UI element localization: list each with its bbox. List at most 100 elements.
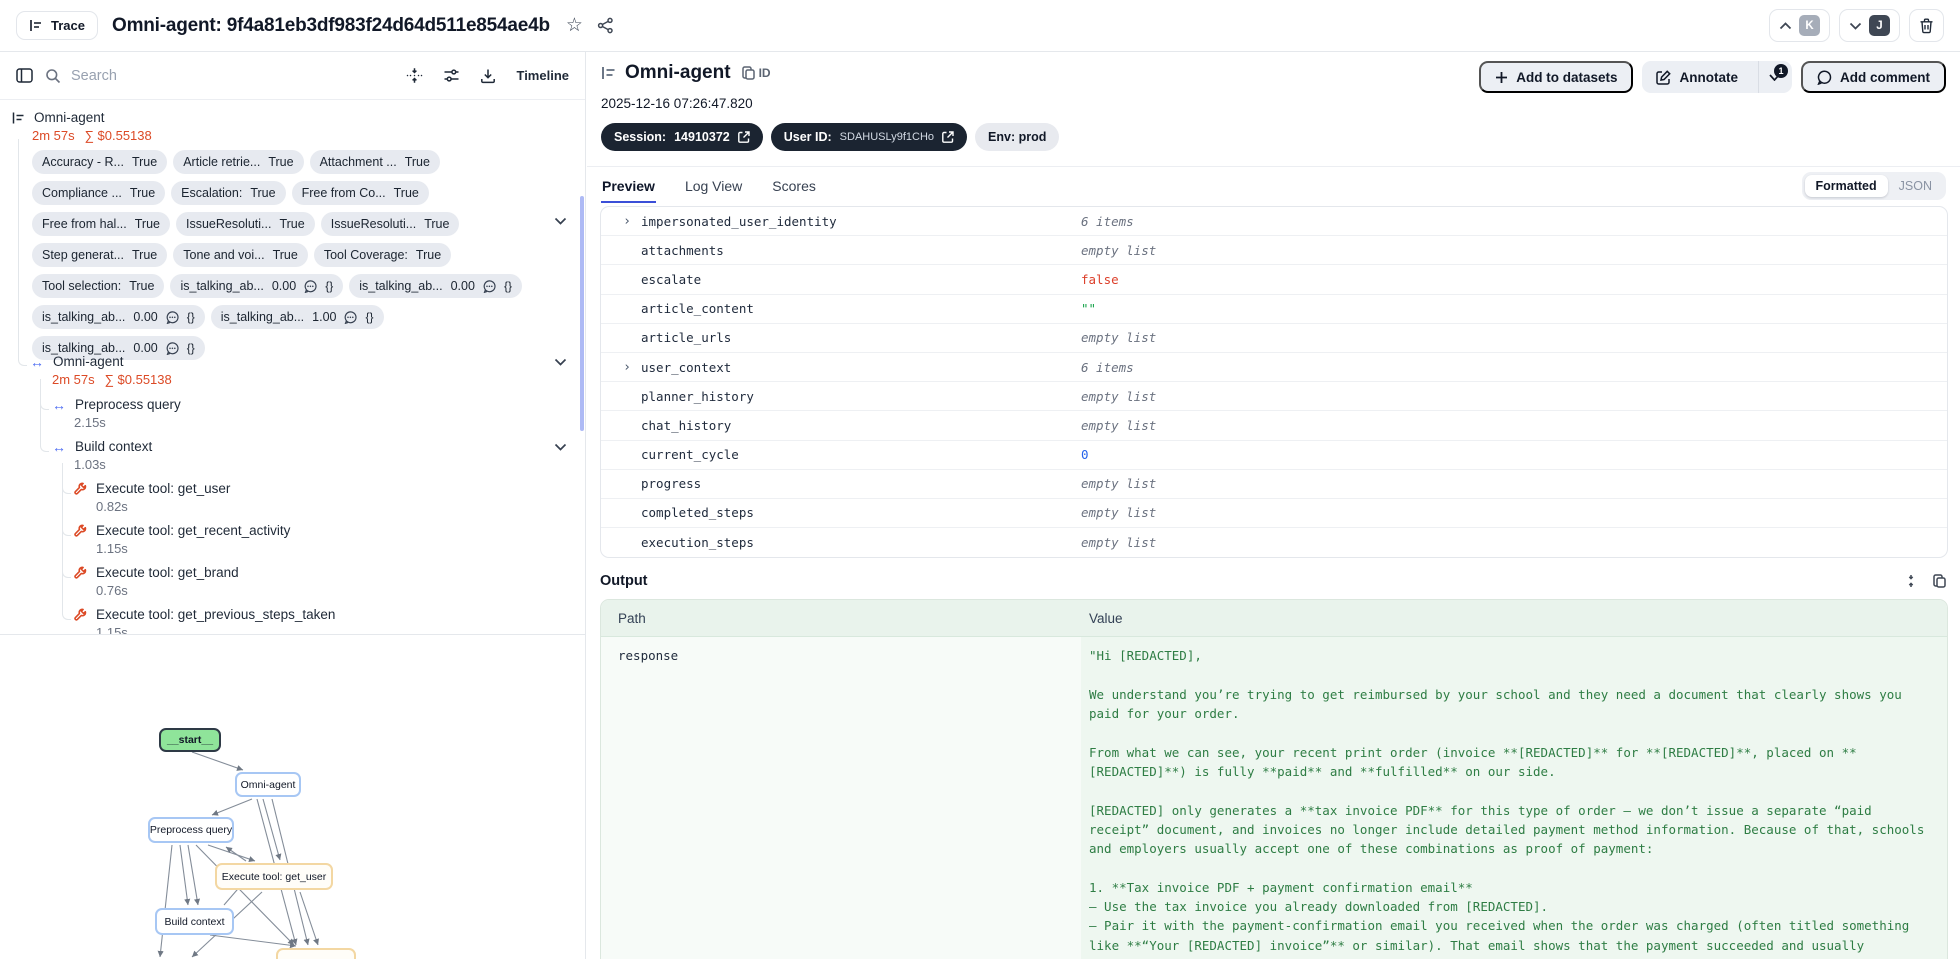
tab-scores[interactable]: Scores — [771, 170, 817, 203]
graph-node-next[interactable] — [276, 948, 356, 959]
user-id-badge[interactable]: User ID: SDAHUSLy9f1CHo — [770, 123, 968, 151]
graph-node-exec[interactable]: Execute tool: get_user — [215, 863, 333, 890]
trash-icon — [1919, 18, 1934, 34]
preview-row-planner_history[interactable]: planner_history empty list — [601, 382, 1947, 412]
tree-span-line: Execute tool: get_brand — [0, 565, 585, 580]
annotate-dropdown-button[interactable]: 1 — [1757, 61, 1792, 93]
score-badge[interactable]: Escalation: True — [171, 181, 286, 205]
tree-root-node[interactable]: Omni-agent 2m 57s ∑ $0.55138 Accuracy - … — [0, 101, 585, 360]
score-badge-label: Compliance ... — [42, 186, 122, 200]
preview-key-label: planner_history — [641, 388, 754, 404]
score-badge[interactable]: Step generat... True — [32, 243, 168, 267]
chevron-down-icon[interactable] — [554, 358, 567, 366]
view-mode-toggle: Formatted JSON — [1801, 172, 1946, 200]
tree-span-label: Omni-agent — [53, 354, 124, 369]
trace-actions: Add to datasets Annotate 1 Add comment — [1479, 61, 1946, 93]
share-icon[interactable] — [597, 17, 614, 34]
score-badge[interactable]: Tool Coverage: True — [313, 243, 452, 267]
tree-span-execute-tool-get-user[interactable]: Execute tool: get_user 0.82s — [0, 481, 585, 514]
copy-icon[interactable] — [1933, 574, 1946, 588]
sidebar-scrollbar[interactable] — [580, 196, 584, 431]
score-badge[interactable]: Article retrie... True — [173, 150, 304, 174]
collapse-all-icon[interactable] — [406, 67, 423, 84]
score-badge[interactable]: IssueResoluti... True — [176, 212, 315, 236]
preview-row-user_context[interactable]: › user_context 6 items — [601, 353, 1947, 383]
external-link-icon — [942, 131, 954, 143]
graph-node-pre[interactable]: Preprocess query — [148, 817, 234, 843]
comment-bubble-icon — [166, 310, 179, 324]
expand-icon[interactable] — [1904, 574, 1918, 588]
score-badge-label: Tool selection: — [42, 279, 122, 293]
preview-row-attachments[interactable]: attachments empty list — [601, 236, 1947, 266]
chevron-down-icon[interactable] — [554, 443, 567, 451]
tree-span-execute-tool-get-recent-activity[interactable]: Execute tool: get_recent_activity 1.15s — [0, 523, 585, 556]
graph-node-omni[interactable]: Omni-agent — [235, 772, 301, 797]
score-badge[interactable]: is_talking_ab... 1.00 {} — [210, 305, 384, 329]
root-duration: 2m 57s — [32, 128, 75, 143]
chevron-right-icon[interactable]: › — [621, 360, 633, 375]
chevron-down-icon[interactable] — [554, 217, 567, 225]
score-badge[interactable]: Tone and voi... True — [173, 243, 308, 267]
score-badge[interactable]: is_talking_ab... 0.00 {} — [170, 274, 344, 298]
session-badge[interactable]: Session: 14910372 — [601, 123, 763, 151]
score-badges: Accuracy - R... True Article retrie... True… — [12, 143, 585, 360]
output-table-header: Path Value — [601, 600, 1947, 638]
preview-row-escalate[interactable]: escalate false — [601, 265, 1947, 295]
graph-node-start[interactable]: __start__ — [159, 728, 221, 752]
tree-span-execute-tool-get-brand[interactable]: Execute tool: get_brand 0.76s — [0, 565, 585, 598]
prev-trace-button[interactable]: K — [1769, 9, 1830, 42]
download-icon[interactable] — [480, 68, 496, 84]
score-badge[interactable]: is_talking_ab... 0.00 {} — [349, 274, 522, 298]
tab-preview[interactable]: Preview — [601, 170, 656, 203]
tab-log-view[interactable]: Log View — [684, 170, 743, 203]
search-input[interactable]: Search — [45, 68, 117, 84]
chevron-right-icon[interactable]: › — [621, 214, 633, 229]
preview-row-completed_steps[interactable]: completed_steps empty list — [601, 499, 1947, 529]
preview-key-label: execution_steps — [641, 535, 754, 551]
tree-span-duration: 0.76s — [96, 583, 128, 598]
score-badge[interactable]: Compliance ... True — [32, 181, 166, 205]
delete-trace-button[interactable] — [1909, 9, 1944, 42]
tree-span-omni-agent[interactable]: ↔ Omni-agent 2m 57s ∑ $0.55138 — [0, 354, 585, 387]
score-badge[interactable]: Free from hal... True — [32, 212, 170, 236]
tree-span-preprocess-query[interactable]: ↔ Preprocess query 2.15s — [0, 397, 585, 430]
add-to-datasets-button[interactable]: Add to datasets — [1479, 61, 1634, 93]
graph-edge — [207, 844, 256, 862]
graph-edges — [157, 751, 319, 958]
score-badge-annotation: {} — [186, 341, 195, 355]
graph-node-build[interactable]: Build context — [155, 908, 234, 935]
score-badge[interactable]: Tool selection: True — [32, 274, 165, 298]
view-toggle-json[interactable]: JSON — [1888, 175, 1943, 197]
score-badge-row: Free from hal... True IssueResoluti... True… — [32, 212, 571, 236]
view-toggle-formatted[interactable]: Formatted — [1804, 175, 1888, 197]
favorite-star-icon[interactable]: ☆ — [566, 14, 583, 37]
collapse-panel-icon[interactable] — [16, 68, 33, 83]
span-duration: 2m 57s — [52, 372, 95, 387]
score-badge[interactable]: Free from Co... True — [291, 181, 429, 205]
trace-timestamp: 2025-12-16 07:26:47.820 — [601, 96, 753, 111]
score-badge[interactable]: IssueResoluti... True — [320, 212, 460, 236]
tree-span-execute-tool-get-previous-steps-taken[interactable]: Execute tool: get_previous_steps_taken 1.… — [0, 607, 585, 634]
preview-row-progress[interactable]: progress empty list — [601, 470, 1947, 499]
timeline-toggle[interactable]: Timeline — [516, 68, 569, 83]
score-badge-label: Accuracy - R... — [42, 155, 124, 169]
add-comment-button[interactable]: Add comment — [1800, 61, 1946, 93]
trace-breadcrumb[interactable]: Trace — [16, 11, 98, 40]
annotate-button[interactable]: Annotate — [1642, 61, 1750, 93]
preview-row-impersonated_user_identity[interactable]: › impersonated_user_identity 6 items — [601, 207, 1947, 237]
preview-row-execution_steps[interactable]: execution_steps empty list — [601, 528, 1947, 557]
preview-row-article_urls[interactable]: article_urls empty list — [601, 324, 1947, 353]
tree-span-duration: 2m 57s ∑ $0.55138 — [0, 372, 585, 387]
graph-edge — [187, 844, 201, 906]
score-badge[interactable]: Accuracy - R... True — [32, 150, 168, 174]
preview-row-article_content[interactable]: article_content "" — [601, 295, 1947, 324]
tree-span-build-context[interactable]: ↔ Build context 1.03s — [0, 439, 585, 472]
preview-row-chat_history[interactable]: chat_history empty list — [601, 411, 1947, 441]
next-trace-button[interactable]: J — [1839, 9, 1900, 42]
filter-settings-icon[interactable] — [443, 68, 460, 83]
score-badge[interactable]: Attachment ... True — [309, 150, 440, 174]
copy-id-button[interactable]: ID — [741, 66, 771, 80]
preview-row-current_cycle[interactable]: current_cycle 0 — [601, 441, 1947, 470]
tool-wrench-icon — [74, 482, 87, 495]
score-badge[interactable]: is_talking_ab... 0.00 {} — [32, 305, 205, 329]
